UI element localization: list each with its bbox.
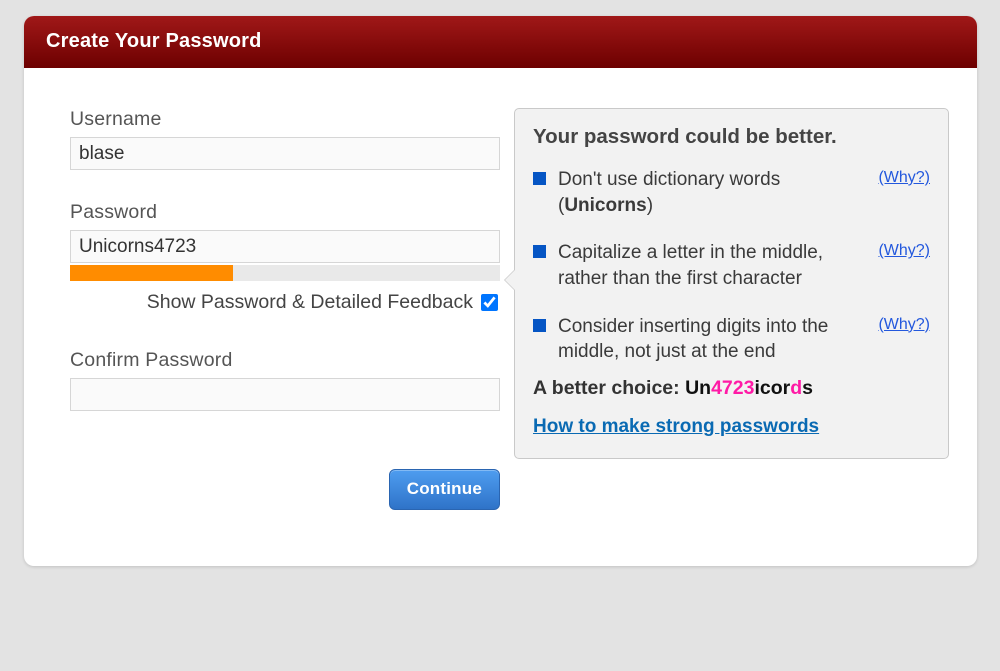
show-password-checkbox[interactable]	[481, 294, 498, 311]
tip-text-bold: Unicorns	[564, 195, 646, 216]
why-link[interactable]: (Why?)	[878, 169, 930, 187]
tip-text-suffix: )	[647, 195, 653, 216]
confirm-password-label: Confirm Password	[70, 349, 500, 372]
strength-meter	[70, 265, 500, 281]
password-input[interactable]	[70, 230, 500, 263]
tip-row: Consider inserting digits into the middl…	[533, 314, 930, 365]
better-choice-part: d	[790, 377, 802, 399]
feedback-box: Your password could be better. Don't use…	[514, 108, 949, 459]
confirm-password-input[interactable]	[70, 378, 500, 411]
tip-text: Consider inserting digits into the middl…	[558, 314, 866, 365]
strength-meter-fill	[70, 265, 233, 281]
tip-text: Capitalize a letter in the middle, rathe…	[558, 240, 866, 291]
card-title: Create Your Password	[24, 16, 977, 68]
square-bullet-icon	[533, 172, 546, 185]
tip-row: Don't use dictionary words (Unicorns) (W…	[533, 167, 930, 218]
better-choice-part: s	[802, 377, 813, 399]
better-choice-part: 4723	[711, 377, 754, 399]
username-input[interactable]	[70, 137, 500, 170]
better-choice-label: A better choice:	[533, 377, 685, 399]
howto-link[interactable]: How to make strong passwords	[533, 416, 819, 438]
feedback-column: Your password could be better. Don't use…	[514, 108, 949, 510]
username-label: Username	[70, 108, 500, 131]
continue-button[interactable]: Continue	[389, 469, 500, 510]
feedback-title: Your password could be better.	[533, 125, 930, 149]
password-card: Create Your Password Username Password S…	[24, 16, 977, 566]
card-body: Username Password Show Password & Detail…	[24, 68, 977, 566]
why-link[interactable]: (Why?)	[878, 242, 930, 260]
why-link[interactable]: (Why?)	[878, 316, 930, 334]
feedback-arrow-icon	[504, 269, 515, 291]
square-bullet-icon	[533, 245, 546, 258]
show-password-label: Show Password & Detailed Feedback	[147, 291, 473, 314]
better-choice-part: icor	[754, 377, 790, 399]
show-password-row: Show Password & Detailed Feedback	[70, 291, 500, 314]
tip-row: Capitalize a letter in the middle, rathe…	[533, 240, 930, 291]
tip-text: Don't use dictionary words (Unicorns)	[558, 167, 866, 218]
better-choice-row: A better choice: Un4723icords	[533, 377, 930, 400]
password-label: Password	[70, 201, 500, 224]
better-choice-part: Un	[685, 377, 711, 399]
square-bullet-icon	[533, 319, 546, 332]
form-column: Username Password Show Password & Detail…	[70, 108, 500, 510]
